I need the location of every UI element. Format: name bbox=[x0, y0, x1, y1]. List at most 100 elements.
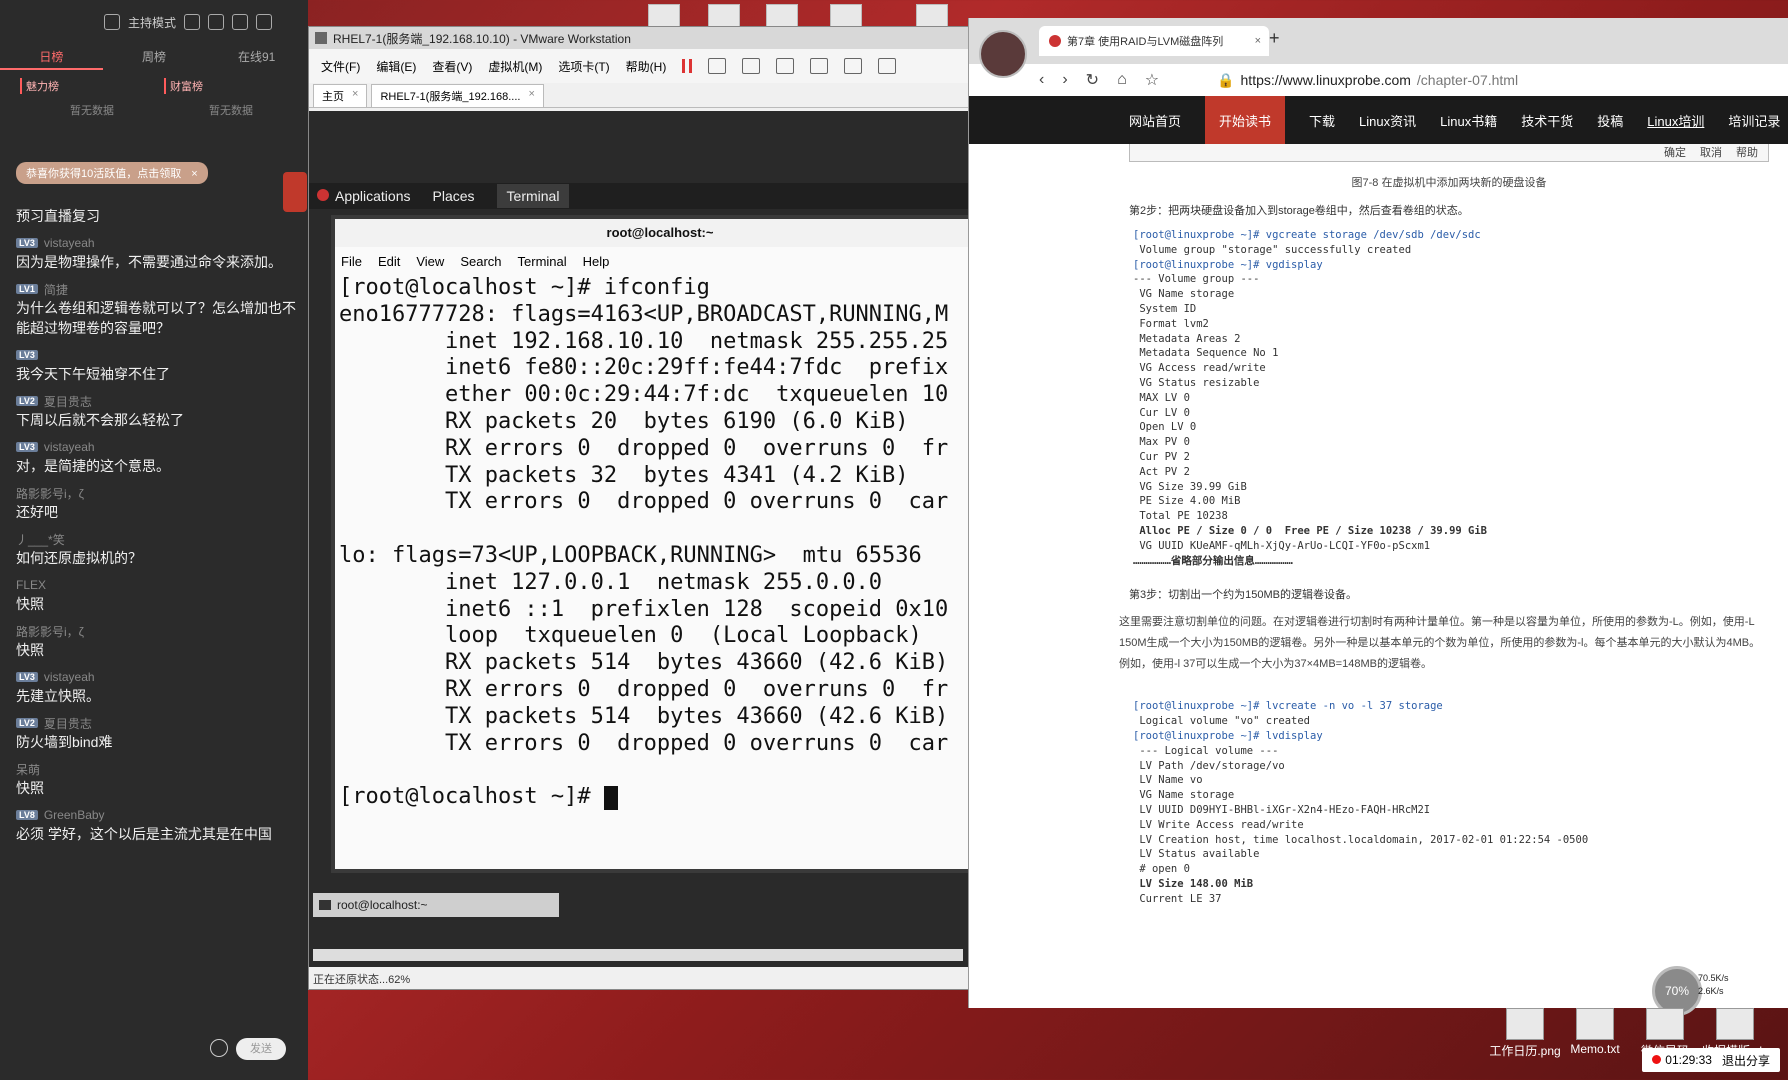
charm-rank[interactable]: 魅力榜 bbox=[20, 78, 164, 94]
wealth-rank[interactable]: 财富榜 bbox=[164, 78, 308, 94]
menu-tabs[interactable]: 选项卡(T) bbox=[558, 58, 609, 75]
menu-file[interactable]: 文件(F) bbox=[321, 58, 360, 75]
tab-home[interactable]: 主页 × bbox=[313, 84, 368, 107]
message-author[interactable]: LV3 vistayeah bbox=[16, 668, 298, 686]
fullscreen-icon[interactable] bbox=[878, 58, 897, 74]
applications-menu[interactable]: Applications bbox=[317, 188, 411, 204]
message-text: 快照 bbox=[16, 780, 44, 796]
menu-view[interactable]: 查看(V) bbox=[432, 58, 472, 75]
reward-banner[interactable]: 恭喜你获得10活跃值，点击领取 × bbox=[16, 162, 208, 184]
new-tab-button[interactable]: + bbox=[1269, 28, 1280, 49]
address-bar[interactable]: 🔒 https://www.linuxprobe.com/chapter-07.… bbox=[1217, 72, 1518, 89]
terminal-window[interactable]: root@localhost:~ File Edit View Search T… bbox=[331, 215, 989, 873]
terminal-menu[interactable]: Terminal bbox=[496, 184, 570, 208]
code-line: [root@linuxprobe ~]# lvcreate -n vo -l 3… bbox=[1133, 700, 1443, 713]
send-keys-icon[interactable] bbox=[708, 58, 727, 74]
nav-tech[interactable]: 技术干货 bbox=[1521, 111, 1573, 130]
vmware-logo-icon bbox=[315, 32, 327, 44]
exit-share-button[interactable]: 退出分享 bbox=[1722, 1052, 1770, 1069]
pause-icon[interactable] bbox=[682, 59, 693, 73]
guest-taskbar-item[interactable]: root@localhost:~ bbox=[313, 893, 559, 917]
tab-online[interactable]: 在线91 bbox=[205, 44, 308, 70]
horizontal-scrollbar[interactable] bbox=[313, 949, 963, 961]
minimize-icon[interactable] bbox=[232, 14, 249, 30]
terminal-output[interactable]: [root@localhost ~]# ifconfig eno16777728:… bbox=[335, 275, 985, 835]
message-author[interactable]: LV8 GreenBaby bbox=[16, 806, 298, 824]
nav-home[interactable]: 网站首页 bbox=[1129, 111, 1181, 130]
close-icon[interactable]: × bbox=[191, 168, 197, 180]
menu-file[interactable]: File bbox=[341, 254, 362, 269]
nav-submit[interactable]: 投稿 bbox=[1597, 111, 1623, 130]
close-icon[interactable]: × bbox=[352, 88, 358, 104]
message-author[interactable]: 路影影号i，ζ bbox=[16, 622, 298, 640]
menu-edit[interactable]: 编辑(E) bbox=[376, 58, 416, 75]
home-icon[interactable]: ⌂ bbox=[1117, 71, 1127, 89]
menu-search[interactable]: Search bbox=[460, 254, 501, 269]
nav-linux-books[interactable]: Linux书籍 bbox=[1440, 111, 1497, 130]
code-line: VG Status resizable bbox=[1133, 376, 1260, 389]
gnome-top-panel: Applications Places Terminal bbox=[309, 183, 969, 209]
avatar[interactable] bbox=[979, 30, 1027, 78]
star-icon[interactable]: ☆ bbox=[1145, 70, 1159, 90]
view-icon[interactable] bbox=[844, 58, 863, 74]
message-author[interactable]: LV3 vistayeah bbox=[16, 438, 298, 456]
terminal-line: TX packets 514 bytes 43660 (42.6 KiB) bbox=[339, 703, 949, 729]
message-text: 对，是简捷的这个意思。 bbox=[16, 458, 170, 474]
menu-help[interactable]: Help bbox=[583, 254, 610, 269]
nav-linux-training[interactable]: Linux培训 bbox=[1647, 111, 1704, 130]
menu-help[interactable]: 帮助(H) bbox=[626, 58, 667, 75]
taskbar-label: root@localhost:~ bbox=[337, 898, 428, 912]
level-badge: LV3 bbox=[16, 442, 38, 452]
menu-view[interactable]: View bbox=[416, 254, 444, 269]
nav-download[interactable]: 下载 bbox=[1309, 111, 1335, 130]
message-text: 还好吧 bbox=[16, 504, 58, 520]
message-author[interactable]: LV3 vistayeah bbox=[16, 234, 298, 252]
list-item: 路影影号i，ζ 还好吧 bbox=[16, 484, 298, 522]
reload-icon[interactable]: ↻ bbox=[1086, 70, 1099, 90]
send-button[interactable]: 发送 bbox=[236, 1038, 286, 1060]
figure-dialog-crop: 确定 取消 帮助 bbox=[1129, 144, 1769, 162]
guest-screen[interactable]: Applications Places Terminal root@localh… bbox=[309, 111, 989, 967]
tab-label: 主页 bbox=[322, 91, 344, 103]
gift-icon[interactable] bbox=[283, 172, 307, 212]
host-mode-icon bbox=[104, 14, 120, 30]
forward-icon[interactable]: › bbox=[1062, 71, 1067, 89]
code-block-vgcreate: [root@linuxprobe ~]# vgcreate storage /d… bbox=[1133, 228, 1788, 568]
emoji-icon[interactable] bbox=[210, 1039, 228, 1057]
username: 呆萌 bbox=[16, 762, 41, 777]
places-menu[interactable]: Places bbox=[433, 188, 475, 204]
snapshot-icon[interactable] bbox=[742, 58, 761, 74]
message-author[interactable]: 路影影号i，ζ bbox=[16, 484, 298, 502]
revert-snapshot-icon[interactable] bbox=[776, 58, 795, 74]
level-badge: LV3 bbox=[16, 238, 38, 248]
tab-title: 第7章 使用RAID与LVM磁盘阵列 bbox=[1067, 36, 1224, 48]
list-item: LV3 vistayeah 先建立快照。 bbox=[16, 668, 298, 706]
nav-linux-news[interactable]: Linux资讯 bbox=[1359, 111, 1416, 130]
menu-edit[interactable]: Edit bbox=[378, 254, 400, 269]
message-author[interactable]: LV2 夏目贵志 bbox=[16, 714, 298, 732]
edit-icon[interactable] bbox=[208, 14, 225, 30]
nav-start-reading[interactable]: 开始读书 bbox=[1205, 95, 1286, 145]
tab-daily[interactable]: 日榜 bbox=[0, 44, 103, 70]
close-icon[interactable]: × bbox=[1255, 35, 1261, 47]
back-icon[interactable]: ‹ bbox=[1039, 71, 1044, 89]
close-icon[interactable]: × bbox=[528, 88, 534, 104]
menu-vm[interactable]: 虚拟机(M) bbox=[488, 58, 542, 75]
message-author[interactable]: LV3 bbox=[16, 346, 298, 364]
nav-training-records[interactable]: 培训记录 bbox=[1728, 111, 1780, 130]
snapshot-manager-icon[interactable] bbox=[810, 58, 829, 74]
maximize-icon[interactable] bbox=[256, 14, 273, 30]
message-author[interactable]: LV1 简捷 bbox=[16, 280, 298, 298]
message-author[interactable]: FLEX bbox=[16, 576, 298, 594]
tab-weekly[interactable]: 周榜 bbox=[103, 44, 206, 70]
browser-tab[interactable]: 第7章 使用RAID与LVM磁盘阵列 × bbox=[1039, 26, 1269, 56]
message-author[interactable]: 丿___*笑 bbox=[16, 530, 298, 548]
message-author[interactable]: 呆萌 bbox=[16, 760, 298, 778]
message-author[interactable]: LV2 夏目贵志 bbox=[16, 392, 298, 410]
settings-icon[interactable] bbox=[184, 14, 201, 30]
tab-vm[interactable]: RHEL7-1(服务端_192.168.... × bbox=[371, 84, 544, 107]
figure-cancel-button: 取消 bbox=[1700, 147, 1722, 159]
menu-terminal[interactable]: Terminal bbox=[518, 254, 567, 269]
figure-help-button: 帮助 bbox=[1736, 147, 1758, 159]
download-speed: 2.6K/s bbox=[1698, 986, 1724, 996]
